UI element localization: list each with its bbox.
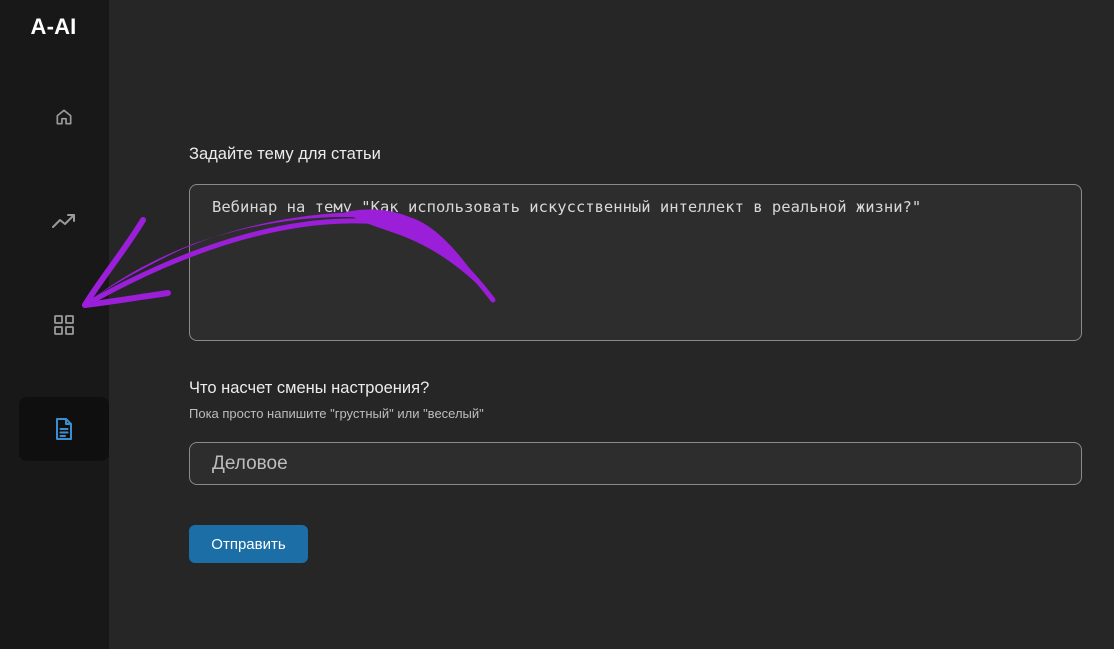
topic-textarea[interactable] — [189, 184, 1082, 341]
home-icon — [54, 107, 74, 127]
grid-icon — [53, 314, 75, 336]
mood-hint: Пока просто напишите "грустный" или "вес… — [189, 406, 484, 421]
sidebar-item-article[interactable] — [19, 397, 109, 461]
sidebar-item-trends[interactable] — [19, 189, 109, 253]
topic-label: Задайте тему для статьи — [189, 145, 381, 163]
trending-up-icon — [51, 211, 77, 231]
sidebar-item-dashboard[interactable] — [19, 293, 109, 357]
submit-button[interactable]: Отправить — [189, 525, 308, 563]
mood-label: Что насчет смены настроения? — [189, 379, 430, 397]
app-window: A-AI Задайте тему для статьи Вебинар на … — [0, 0, 1114, 649]
document-icon — [54, 417, 74, 441]
sidebar: A-AI — [0, 0, 109, 649]
mood-input[interactable] — [189, 442, 1082, 485]
app-logo: A-AI — [30, 14, 77, 39]
main-content: Задайте тему для статьи Что насчет смены… — [109, 0, 1114, 649]
sidebar-item-home[interactable] — [19, 85, 109, 149]
